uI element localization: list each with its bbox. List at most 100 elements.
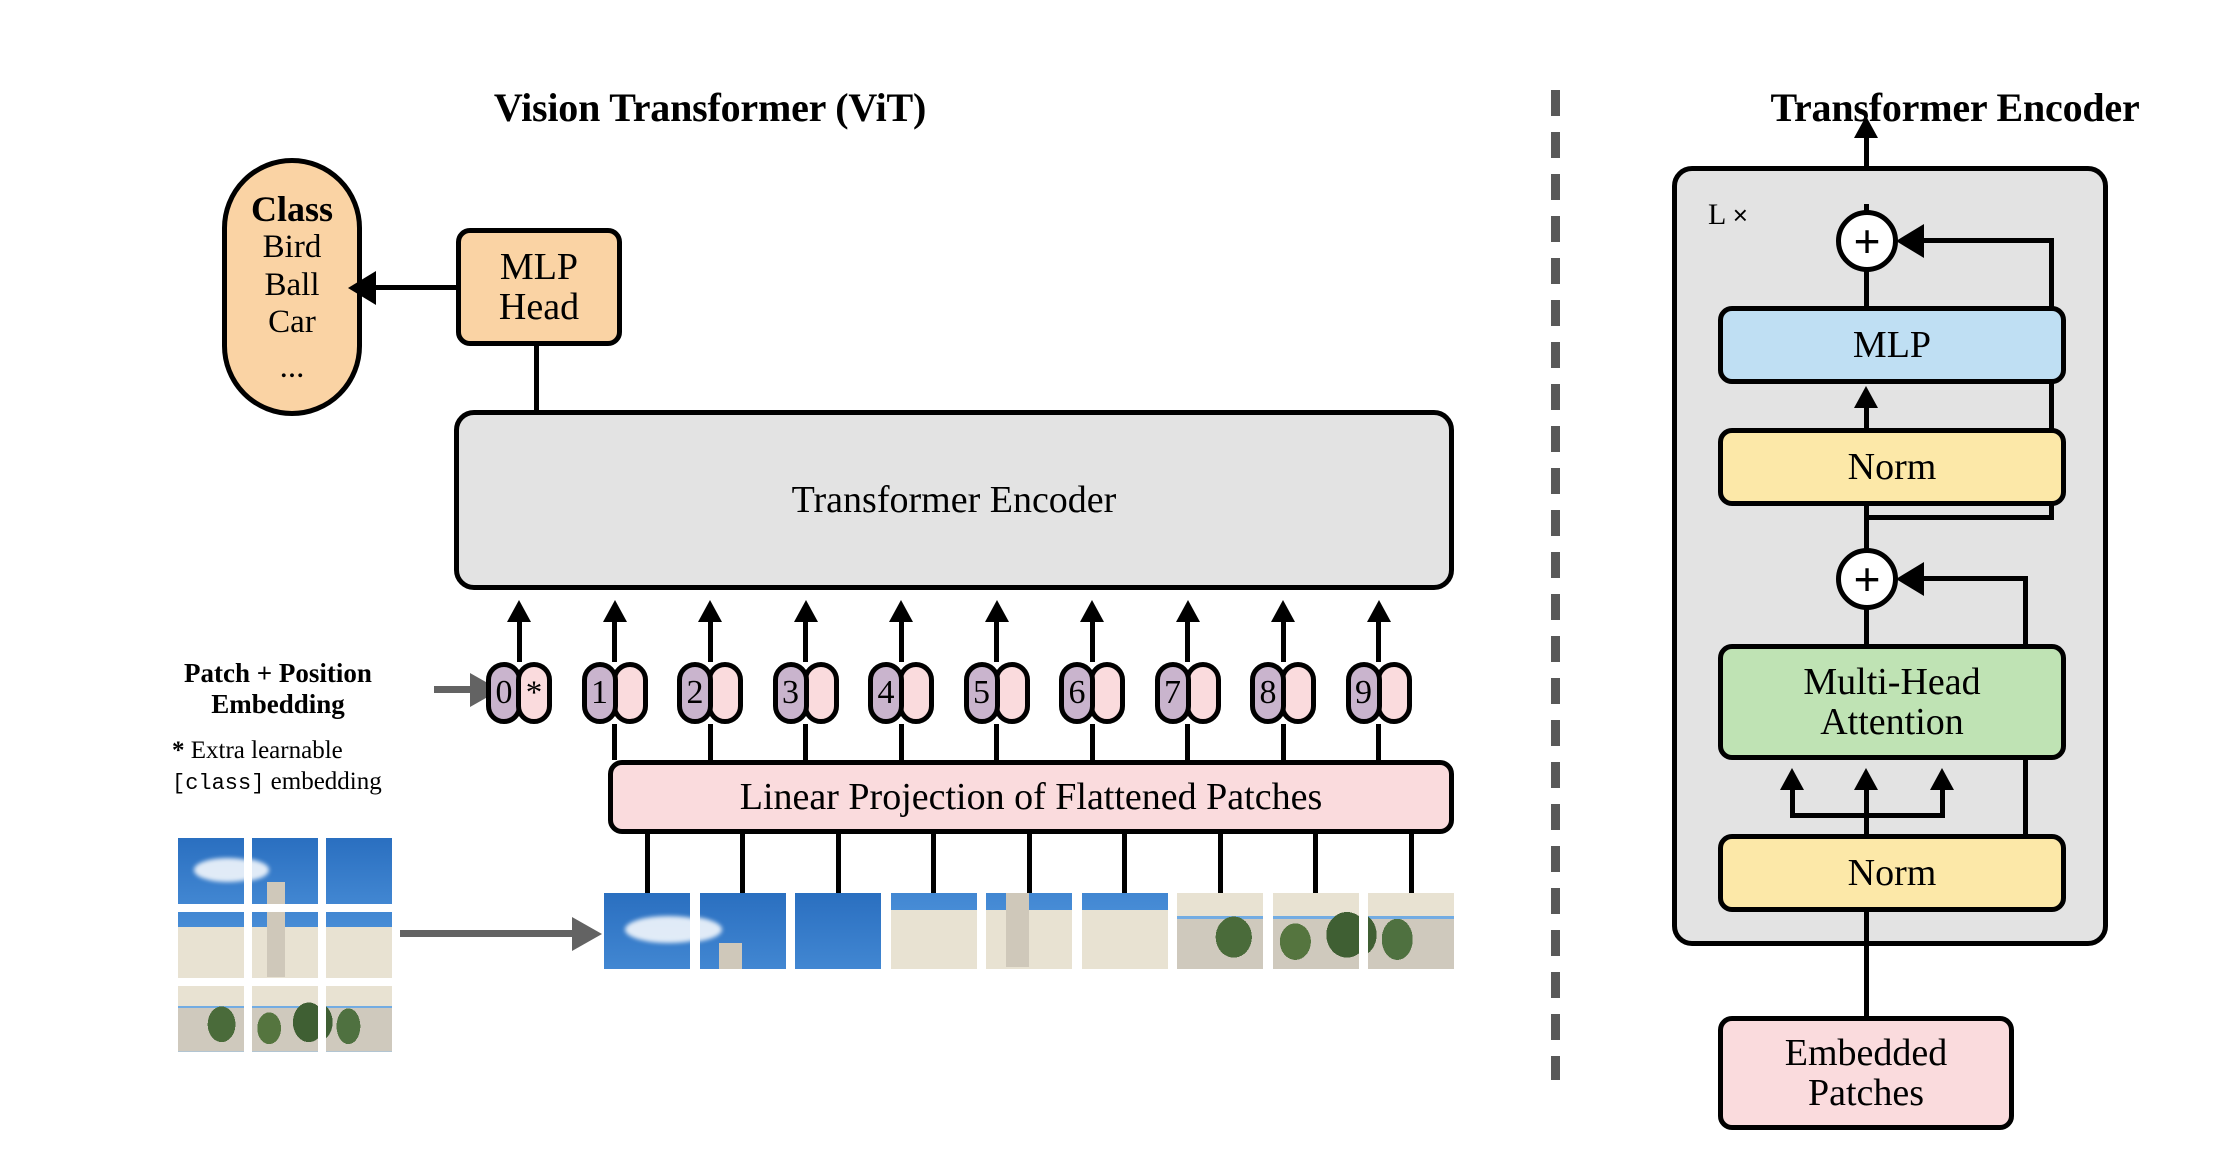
encoder-input-stem-8 (1280, 622, 1286, 662)
encoder-input-arrowhead-2 (698, 600, 722, 622)
patch-image-content (252, 912, 318, 978)
encoder-input-stem-1 (612, 622, 617, 662)
input-image-grid (178, 838, 392, 1052)
class-item-bird: Bird (262, 229, 322, 266)
encoder-input-arrowhead-9 (1366, 600, 1391, 622)
token-to-projection-line-2 (707, 724, 713, 760)
token-index-pill-8: 8 (1250, 662, 1286, 724)
patch-token-3: 3 (772, 662, 839, 724)
bottom-skip-arrowhead (1896, 562, 1924, 596)
patch-image-content (178, 912, 244, 978)
mlp-head-to-class-arrowhead (348, 271, 376, 305)
encoder-input-stem-2 (707, 622, 713, 662)
encoder-input-arrowhead-0 (507, 600, 531, 622)
transformer-encoder-label: Transformer Encoder (791, 478, 1117, 521)
patch-position-embedding-line1: Patch + Position (184, 658, 372, 688)
mlp-head-line1: MLP (499, 245, 579, 288)
bottom-residual-add: + (1836, 548, 1898, 610)
patch-token-5: 5 (963, 662, 1030, 724)
patch-image-content (1177, 893, 1263, 969)
token-index-pill-1: 1 (581, 662, 618, 724)
patch-image-content (326, 912, 392, 978)
encoder-input-arrowhead-3 (793, 600, 818, 622)
input-image-tile-8 (252, 986, 318, 1052)
encoder-mlp-box: MLP (1718, 306, 2066, 384)
token-to-projection-line-5 (994, 724, 999, 760)
token-index-pill-7: 7 (1154, 662, 1191, 724)
encoder-input-arrowhead-6 (1080, 600, 1104, 622)
add-bottom-to-norm-top-line (1864, 506, 1869, 550)
encoder-input-stem-7 (1185, 622, 1190, 662)
top-skip-arrowhead (1896, 224, 1924, 258)
encoder-container (1672, 166, 2108, 946)
flattened-patch-7 (1177, 893, 1263, 969)
top-skip-tap (1864, 515, 2054, 520)
mlp-head-to-encoder-line (534, 344, 539, 412)
embedded-patches-to-norm-line (1864, 908, 1869, 1018)
flattened-patch-9 (1368, 893, 1454, 969)
encoder-input-stem-5 (994, 622, 999, 662)
encoder-repeat-symbol: × (1732, 200, 1748, 230)
mlp-head-to-class-line (366, 285, 456, 290)
extra-learnable-footnote: * Extra learnable [class] embedding (172, 736, 482, 797)
bottom-residual-plus-symbol: + (1853, 553, 1881, 605)
encoder-norm-top-label: Norm (1847, 445, 1937, 488)
projection-to-patch-line-5 (1026, 834, 1032, 893)
encoder-input-arrowhead-5 (984, 600, 1009, 622)
encoder-repeat-label: L × (1708, 198, 1748, 232)
token-index-pill-5: 5 (963, 662, 1000, 724)
patch-token-9: 9 (1345, 662, 1412, 724)
patch-image-content (604, 893, 690, 969)
projection-to-patch-line-8 (1313, 834, 1318, 893)
attention-to-add-line (1864, 606, 1869, 646)
qkv-arrowhead-center (1854, 768, 1878, 790)
embedded-patches-line2: Patches (1807, 1072, 1925, 1114)
patch-position-embedding-line2: Embedding (211, 689, 345, 720)
class-item-ball: Ball (264, 266, 320, 303)
projection-to-patch-line-1 (644, 834, 650, 893)
encoder-norm-bottom-label: Norm (1847, 851, 1937, 894)
patch-image-content (699, 893, 786, 969)
projection-to-patch-line-4 (931, 834, 936, 893)
mlp-to-add-line (1864, 268, 1869, 310)
patch-image-content (1272, 893, 1359, 969)
patch-image-content (326, 838, 392, 904)
class-item-car: Car (268, 303, 316, 340)
patch-image-content (1368, 893, 1454, 969)
patch-image-content (795, 893, 881, 969)
class-ellipsis: ... (279, 349, 305, 386)
embedding-label-arrow-body (434, 686, 472, 693)
projection-to-patch-line-3 (835, 834, 841, 893)
token-index-pill-9: 9 (1345, 662, 1382, 724)
norm-top-to-mlp-arrowhead (1854, 386, 1878, 408)
linear-projection-box: Linear Projection of Flattened Patches (608, 760, 1454, 834)
patch-token-6: 6 (1059, 662, 1125, 724)
encoder-input-arrowhead-1 (602, 600, 627, 622)
left-panel-title: Vision Transformer (ViT) (493, 85, 927, 130)
input-image-tile-1 (178, 838, 244, 904)
input-image-tile-6 (326, 912, 392, 978)
flattened-patch-5 (986, 893, 1072, 969)
flattened-patch-2 (699, 893, 786, 969)
token-index-pill-2: 2 (677, 662, 713, 724)
patch-image-content (252, 986, 318, 1052)
linear-projection-label: Linear Projection of Flattened Patches (739, 775, 1323, 818)
patch-position-embedding-label: Patch + Position Embedding (128, 658, 428, 721)
patch-image-content (1081, 893, 1168, 969)
token-index-pill-4: 4 (868, 662, 904, 724)
vit-architecture-figure: Vision Transformer (ViT) Transformer Enc… (0, 0, 2226, 1158)
patch-image-content (890, 893, 977, 969)
encoder-input-stem-3 (803, 622, 808, 662)
projection-to-patch-line-2 (740, 834, 745, 893)
top-residual-plus-symbol: + (1853, 215, 1881, 267)
encoder-input-arrowhead-8 (1271, 600, 1295, 622)
embedded-patches-box: Embedded Patches (1718, 1016, 2014, 1130)
encoder-attention-box: Multi-Head Attention (1718, 644, 2066, 760)
footnote-asterisk: * (172, 737, 185, 764)
token-to-projection-line-9 (1376, 724, 1381, 760)
flattened-patch-1 (604, 893, 690, 969)
class-output-pill: Class Bird Ball Car ... (222, 158, 362, 416)
patch-image-content (178, 986, 244, 1052)
top-skip-horizontal (1912, 238, 2054, 243)
patch-token-1: 1 (581, 662, 648, 724)
